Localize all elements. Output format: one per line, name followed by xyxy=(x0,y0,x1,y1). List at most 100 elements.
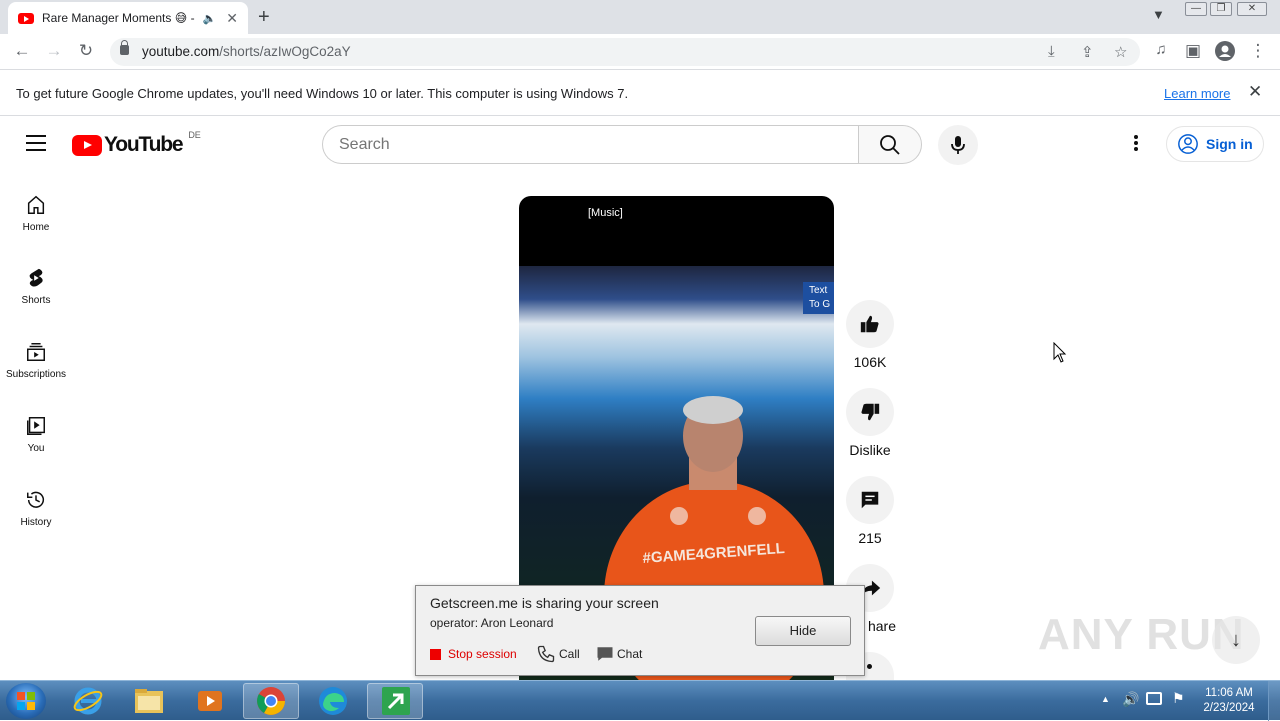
chat-button[interactable]: Chat xyxy=(617,647,642,661)
sidebar-item-label: You xyxy=(27,443,45,454)
media-control-icon[interactable]: ♫ xyxy=(1150,41,1172,58)
taskbar-clock[interactable]: 11:06 AM 2/23/2024 xyxy=(1196,686,1262,716)
youtube-header: YouTube DE Sign in xyxy=(0,117,1280,173)
subscriptions-icon xyxy=(27,343,45,361)
address-bar[interactable]: youtube.com/shorts/azIwOgCo2aY ⤓ ⇪ ☆ xyxy=(110,38,1140,66)
account-circle-icon xyxy=(1178,134,1198,154)
lock-icon[interactable] xyxy=(120,40,129,55)
windows-taskbar: ▲ 🔊 ⚑ 11:06 AM 2/23/2024 xyxy=(0,680,1280,721)
install-app-icon[interactable]: ⤓ xyxy=(1048,43,1055,60)
youtube-wordmark: YouTube xyxy=(104,133,184,156)
share-page-icon[interactable]: ⇪ xyxy=(1081,43,1094,61)
sign-in-label: Sign in xyxy=(1206,136,1253,152)
dislike-label: Dislike xyxy=(849,442,891,458)
show-desktop-button[interactable] xyxy=(1268,681,1280,721)
sidebar-item-shorts[interactable]: Shorts xyxy=(0,267,72,306)
start-button[interactable] xyxy=(6,683,46,719)
infobar-message: To get future Google Chrome updates, you… xyxy=(16,86,629,101)
youtube-logo[interactable]: YouTube DE xyxy=(72,130,201,157)
profile-avatar-icon[interactable] xyxy=(1214,41,1236,66)
like-button[interactable] xyxy=(846,300,894,348)
home-icon xyxy=(27,195,45,214)
network-icon[interactable] xyxy=(1146,692,1162,705)
tab-close-button[interactable]: ✕ xyxy=(226,10,238,27)
you-icon xyxy=(27,417,45,435)
comment-count: 215 xyxy=(858,530,882,546)
search-button[interactable] xyxy=(858,125,922,164)
youtube-favicon-icon xyxy=(18,12,34,24)
internet-explorer-icon xyxy=(73,687,103,715)
screen-sharing-popup: Getscreen.me is sharing your screen oper… xyxy=(415,585,865,676)
sidebar-item-label: Subscriptions xyxy=(5,369,67,380)
browser-toolbar: ← → ↻ youtube.com/shorts/azIwOgCo2aY ⤓ ⇪… xyxy=(0,34,1280,70)
next-video-arrow-icon[interactable]: ↓ xyxy=(1212,616,1260,664)
video-caption: [Music] xyxy=(588,207,623,219)
sidebar-item-subscriptions[interactable]: Subscriptions xyxy=(0,341,72,380)
forward-arrow-icon[interactable]: → xyxy=(43,41,65,61)
infobar-close-button[interactable]: ✕ xyxy=(1248,82,1262,102)
microphone-icon xyxy=(951,136,965,154)
tab-title: Rare Manager Moments 😅 - xyxy=(42,11,195,25)
shorts-icon xyxy=(29,268,43,287)
chrome-update-infobar: To get future Google Chrome updates, you… xyxy=(0,71,1280,116)
sidebar-item-you[interactable]: You xyxy=(0,415,72,454)
sign-in-button[interactable]: Sign in xyxy=(1166,126,1264,162)
search-input[interactable] xyxy=(323,126,859,163)
show-hidden-icons-icon[interactable]: ▲ xyxy=(1101,694,1110,704)
browser-tab-strip: Rare Manager Moments 😅 - 🔈 ✕ + ▼ — ❐ ✕ xyxy=(0,0,1280,34)
taskbar-internet-explorer[interactable] xyxy=(60,683,116,719)
taskbar-getscreen[interactable] xyxy=(367,683,423,719)
phone-icon xyxy=(536,644,556,669)
volume-icon[interactable]: 🔊 xyxy=(1122,691,1139,708)
minimize-button[interactable]: — xyxy=(1185,2,1207,16)
sidebar-item-label: Home xyxy=(22,222,50,233)
sidebar-item-label: History xyxy=(20,517,52,528)
call-button[interactable]: Call xyxy=(559,647,580,661)
sidebar-item-home[interactable]: Home xyxy=(0,194,72,233)
taskbar-media-player[interactable] xyxy=(182,683,238,719)
sharing-title: Getscreen.me is sharing your screen xyxy=(430,595,659,611)
tab-search-chevron-icon[interactable]: ▼ xyxy=(1152,7,1165,22)
settings-more-icon[interactable] xyxy=(1126,133,1146,157)
browser-tab[interactable]: Rare Manager Moments 😅 - 🔈 ✕ xyxy=(8,2,248,34)
sidebar-item-label: Shorts xyxy=(21,295,51,306)
address-url[interactable]: youtube.com/shorts/azIwOgCo2aY xyxy=(142,44,351,59)
taskbar-google-chrome[interactable] xyxy=(243,683,299,719)
bookmark-star-icon[interactable]: ☆ xyxy=(1114,43,1127,61)
thumbs-up-icon xyxy=(860,315,879,333)
close-window-button[interactable]: ✕ xyxy=(1237,2,1267,16)
dislike-button[interactable] xyxy=(846,388,894,436)
history-icon xyxy=(27,491,44,508)
comments-button[interactable] xyxy=(846,476,894,524)
voice-search-button[interactable] xyxy=(938,125,978,165)
youtube-play-logo-icon xyxy=(72,134,102,156)
side-panel-icon[interactable]: ▣ xyxy=(1182,41,1204,61)
back-arrow-icon[interactable]: ← xyxy=(11,41,33,61)
new-tab-button[interactable]: + xyxy=(258,6,270,29)
getscreen-arrow-icon xyxy=(382,687,410,715)
more-dots-icon xyxy=(867,664,872,669)
clock-date: 2/23/2024 xyxy=(1203,702,1255,714)
reload-icon[interactable]: ↻ xyxy=(75,41,97,61)
chrome-menu-icon[interactable]: ⋮ xyxy=(1247,41,1269,61)
menu-hamburger-icon[interactable] xyxy=(26,135,46,151)
media-player-icon xyxy=(198,691,222,711)
edge-icon xyxy=(319,687,347,715)
country-code: DE xyxy=(188,130,201,140)
taskbar-microsoft-edge[interactable] xyxy=(305,683,361,719)
windows-logo-icon xyxy=(17,692,35,710)
learn-more-link[interactable]: Learn more xyxy=(1164,86,1230,101)
hide-button[interactable]: Hide xyxy=(755,616,851,646)
tab-audio-icon[interactable]: 🔈 xyxy=(203,12,217,25)
taskbar-file-explorer[interactable] xyxy=(121,683,177,719)
sidebar-item-history[interactable]: History xyxy=(0,489,72,528)
chat-bubble-icon xyxy=(596,645,614,668)
stop-session-button[interactable]: Stop session xyxy=(448,647,517,661)
folder-icon xyxy=(135,689,163,713)
search-icon xyxy=(880,135,900,155)
search-box[interactable] xyxy=(322,125,859,164)
comment-icon xyxy=(861,491,879,509)
restore-button[interactable]: ❐ xyxy=(1210,2,1232,16)
action-center-flag-icon[interactable]: ⚑ xyxy=(1172,690,1185,707)
operator-name: operator: Aron Leonard xyxy=(430,616,554,630)
